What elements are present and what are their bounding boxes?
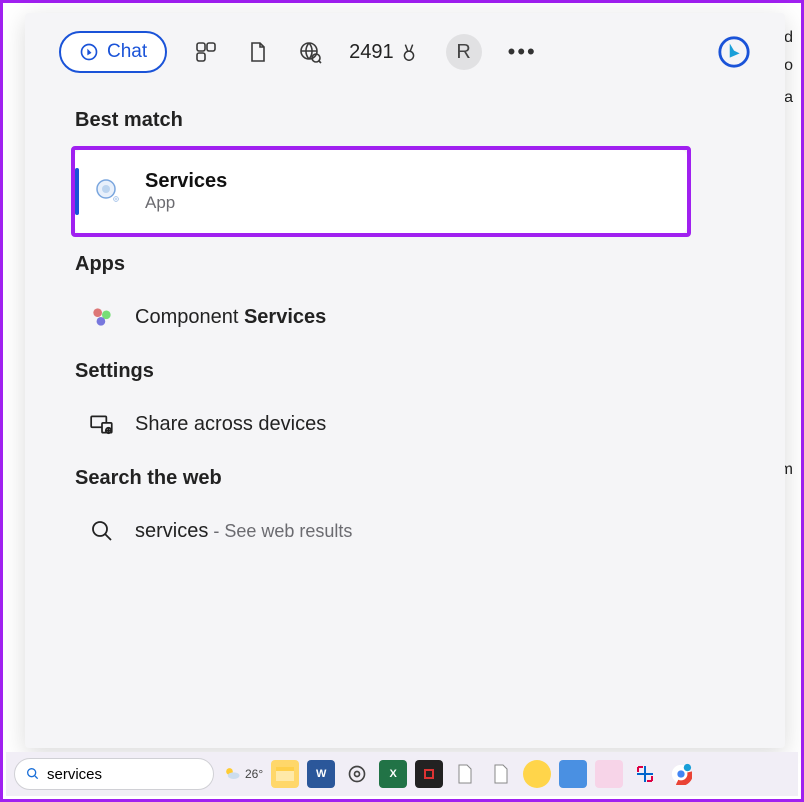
chat-tab[interactable]: Chat <box>59 31 167 73</box>
apps-result-label: Component Services <box>135 306 326 329</box>
taskbar: 26° W X <box>6 752 798 796</box>
taskbar-app-icon[interactable] <box>415 760 443 788</box>
bg-text: d <box>784 29 793 47</box>
taskbar-weather[interactable]: 26° <box>222 764 263 784</box>
result-title: Services <box>145 170 227 193</box>
taskbar-app-blue-icon[interactable] <box>559 760 587 788</box>
documents-tab-icon[interactable] <box>245 39 271 65</box>
apps-result-component-services[interactable]: Component Services <box>75 290 751 344</box>
taskbar-document-icon[interactable] <box>451 760 479 788</box>
account-avatar[interactable]: R <box>446 34 482 70</box>
avatar-letter: R <box>456 41 470 64</box>
result-subtitle: App <box>145 193 227 213</box>
component-services-icon <box>89 304 115 330</box>
weather-temp: 26° <box>245 767 263 781</box>
more-menu-icon[interactable]: ••• <box>508 39 537 65</box>
settings-result-share-devices[interactable]: Share across devices <box>75 397 751 451</box>
bg-text: o <box>784 57 793 75</box>
web-tab-icon[interactable] <box>297 39 323 65</box>
search-icon <box>25 766 41 782</box>
rewards-points[interactable]: 2491 <box>349 41 420 64</box>
web-result[interactable]: services - See web results <box>75 504 751 558</box>
web-result-label: services - See web results <box>135 520 352 543</box>
weather-icon <box>222 764 242 784</box>
apps-tab-icon[interactable] <box>193 39 219 65</box>
medal-icon <box>398 41 420 63</box>
selection-indicator <box>75 168 79 215</box>
best-match-result[interactable]: Services App <box>75 150 687 233</box>
taskbar-app-pink-icon[interactable] <box>595 760 623 788</box>
section-best-match: Best match <box>75 109 751 132</box>
chat-label: Chat <box>107 41 147 63</box>
taskbar-search[interactable] <box>14 758 214 790</box>
section-settings: Settings <box>75 360 751 383</box>
search-icon <box>89 518 115 544</box>
services-app-icon <box>93 176 125 208</box>
share-devices-icon <box>89 411 115 437</box>
taskbar-document-icon[interactable] <box>487 760 515 788</box>
taskbar-excel-icon[interactable]: X <box>379 760 407 788</box>
search-panel: Chat 2491 R ••• Best match <box>25 13 785 748</box>
taskbar-settings-icon[interactable] <box>343 760 371 788</box>
top-toolbar: Chat 2491 R ••• <box>25 31 785 83</box>
taskbar-app-yellow-icon[interactable] <box>523 760 551 788</box>
annotation-highlight: Services App <box>71 146 691 237</box>
taskbar-file-explorer-icon[interactable] <box>271 760 299 788</box>
section-apps: Apps <box>75 253 751 276</box>
settings-result-label: Share across devices <box>135 413 326 436</box>
search-input[interactable] <box>47 766 187 783</box>
taskbar-snipping-icon[interactable] <box>631 760 659 788</box>
taskbar-word-icon[interactable]: W <box>307 760 335 788</box>
bing-icon[interactable] <box>717 35 751 69</box>
bing-chat-icon <box>79 42 99 62</box>
section-search-web: Search the web <box>75 467 751 490</box>
points-value: 2491 <box>349 41 394 64</box>
taskbar-chrome-icon[interactable] <box>667 760 695 788</box>
results-area: Best match Services App Apps <box>25 83 785 558</box>
